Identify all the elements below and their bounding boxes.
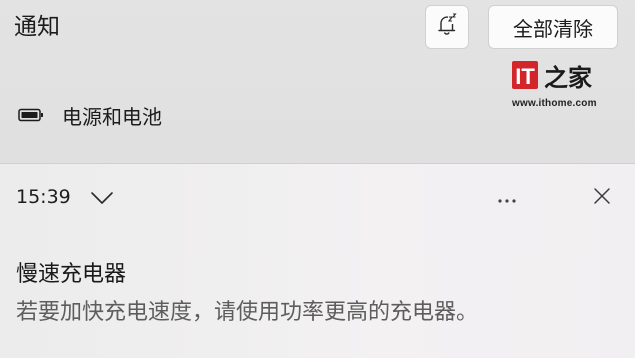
page-title: 通知	[14, 14, 60, 40]
notification-center-panel: 通知 全部清除 IT 之家 www.ithome.com 电源和电池 15:39…	[0, 0, 635, 358]
notification-time: 15:39	[16, 186, 71, 208]
app-group-name: 电源和电池	[62, 104, 162, 129]
close-icon	[593, 187, 611, 209]
app-group-header: 电源和电池	[18, 100, 162, 130]
do-not-disturb-button[interactable]	[425, 5, 469, 49]
more-options-button[interactable]	[490, 184, 524, 212]
battery-icon	[18, 108, 44, 122]
chevron-down-icon[interactable]	[90, 190, 114, 206]
svg-text:之家: 之家	[544, 64, 592, 92]
more-horizontal-icon	[497, 189, 517, 208]
notification-card[interactable]: 15:39 慢速充电器 若要加快充电速度，请使用功率更高的充电器。	[0, 163, 635, 358]
svg-text:IT: IT	[515, 64, 535, 89]
notification-title: 慢速充电器	[16, 262, 127, 287]
watermark-url: www.ithome.com	[512, 98, 597, 109]
bell-snooze-icon	[436, 13, 458, 41]
clear-all-button[interactable]: 全部清除	[488, 5, 618, 49]
close-notification-button[interactable]	[586, 182, 618, 214]
notification-body: 若要加快充电速度，请使用功率更高的充电器。	[16, 300, 479, 325]
